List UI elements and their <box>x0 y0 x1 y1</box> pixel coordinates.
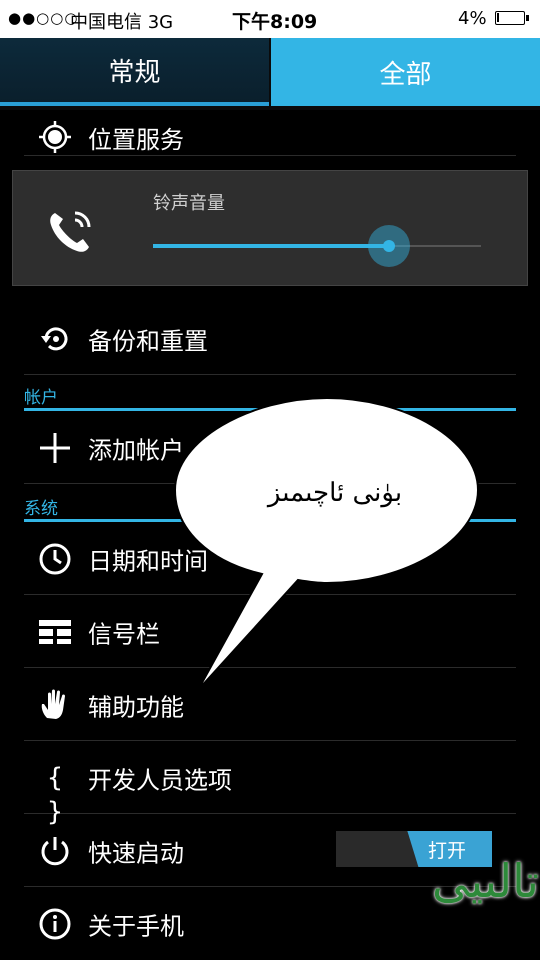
signal-strength: ●●○○○ <box>8 9 79 27</box>
setting-label: 添加帐户 <box>88 436 184 464</box>
battery-percent: 4% <box>458 8 487 29</box>
volume-slider-thumb[interactable] <box>368 225 410 267</box>
power-icon <box>41 836 69 865</box>
speech-bubble-text: بۈنى ئاچىمىز <box>267 478 403 508</box>
setting-developer-options[interactable]: { } 开发人员选项 <box>24 742 516 827</box>
setting-label: 日期和时间 <box>88 547 208 575</box>
setting-add-account[interactable]: 添加帐户 <box>24 412 516 484</box>
tab-general[interactable]: 常规 <box>0 38 269 106</box>
tab-all[interactable]: 全部 <box>271 38 540 106</box>
setting-label: 开发人员选项 <box>88 766 232 794</box>
setting-label: 备份和重置 <box>88 327 208 355</box>
clock-icon <box>39 543 71 574</box>
volume-label: 铃声音量 <box>153 193 225 214</box>
setting-label: 辅助功能 <box>88 693 184 721</box>
phone-ring-icon <box>50 211 91 252</box>
location-icon <box>39 121 71 153</box>
setting-accessibility[interactable]: 辅助功能 <box>24 669 516 741</box>
setting-date-time[interactable]: 日期和时间 <box>24 523 516 595</box>
setting-label: 关于手机 <box>88 912 184 941</box>
battery-icon <box>495 11 529 25</box>
setting-label: 信号栏 <box>88 620 160 648</box>
info-icon <box>39 908 71 940</box>
setting-label: 位置服务 <box>88 126 184 154</box>
watermark-logo: تالىيى <box>432 854 539 908</box>
ringer-volume-panel: 铃声音量 <box>12 170 528 286</box>
braces-icon: { } <box>47 762 63 827</box>
clock: 下午8:09 <box>232 11 318 33</box>
settings-tabs: 常规 全部 <box>0 38 540 110</box>
volume-fill <box>153 244 389 248</box>
setting-status-bar[interactable]: 信号栏 <box>24 596 516 668</box>
hand-icon <box>41 689 65 719</box>
setting-location[interactable]: 位置服务 <box>24 104 516 156</box>
setting-backup-reset[interactable]: 备份和重置 <box>24 303 516 375</box>
status-bar: ●●○○○ 中国电信 3G 下午8:09 4% <box>0 0 540 38</box>
setting-label: 快速启动 <box>88 839 184 867</box>
section-header-accounts: 帐户 <box>24 383 516 411</box>
backup-restore-icon <box>41 326 68 350</box>
status-bar-icon <box>39 619 71 644</box>
plus-icon <box>40 432 70 463</box>
carrier-label: 中国电信 3G <box>70 12 174 33</box>
